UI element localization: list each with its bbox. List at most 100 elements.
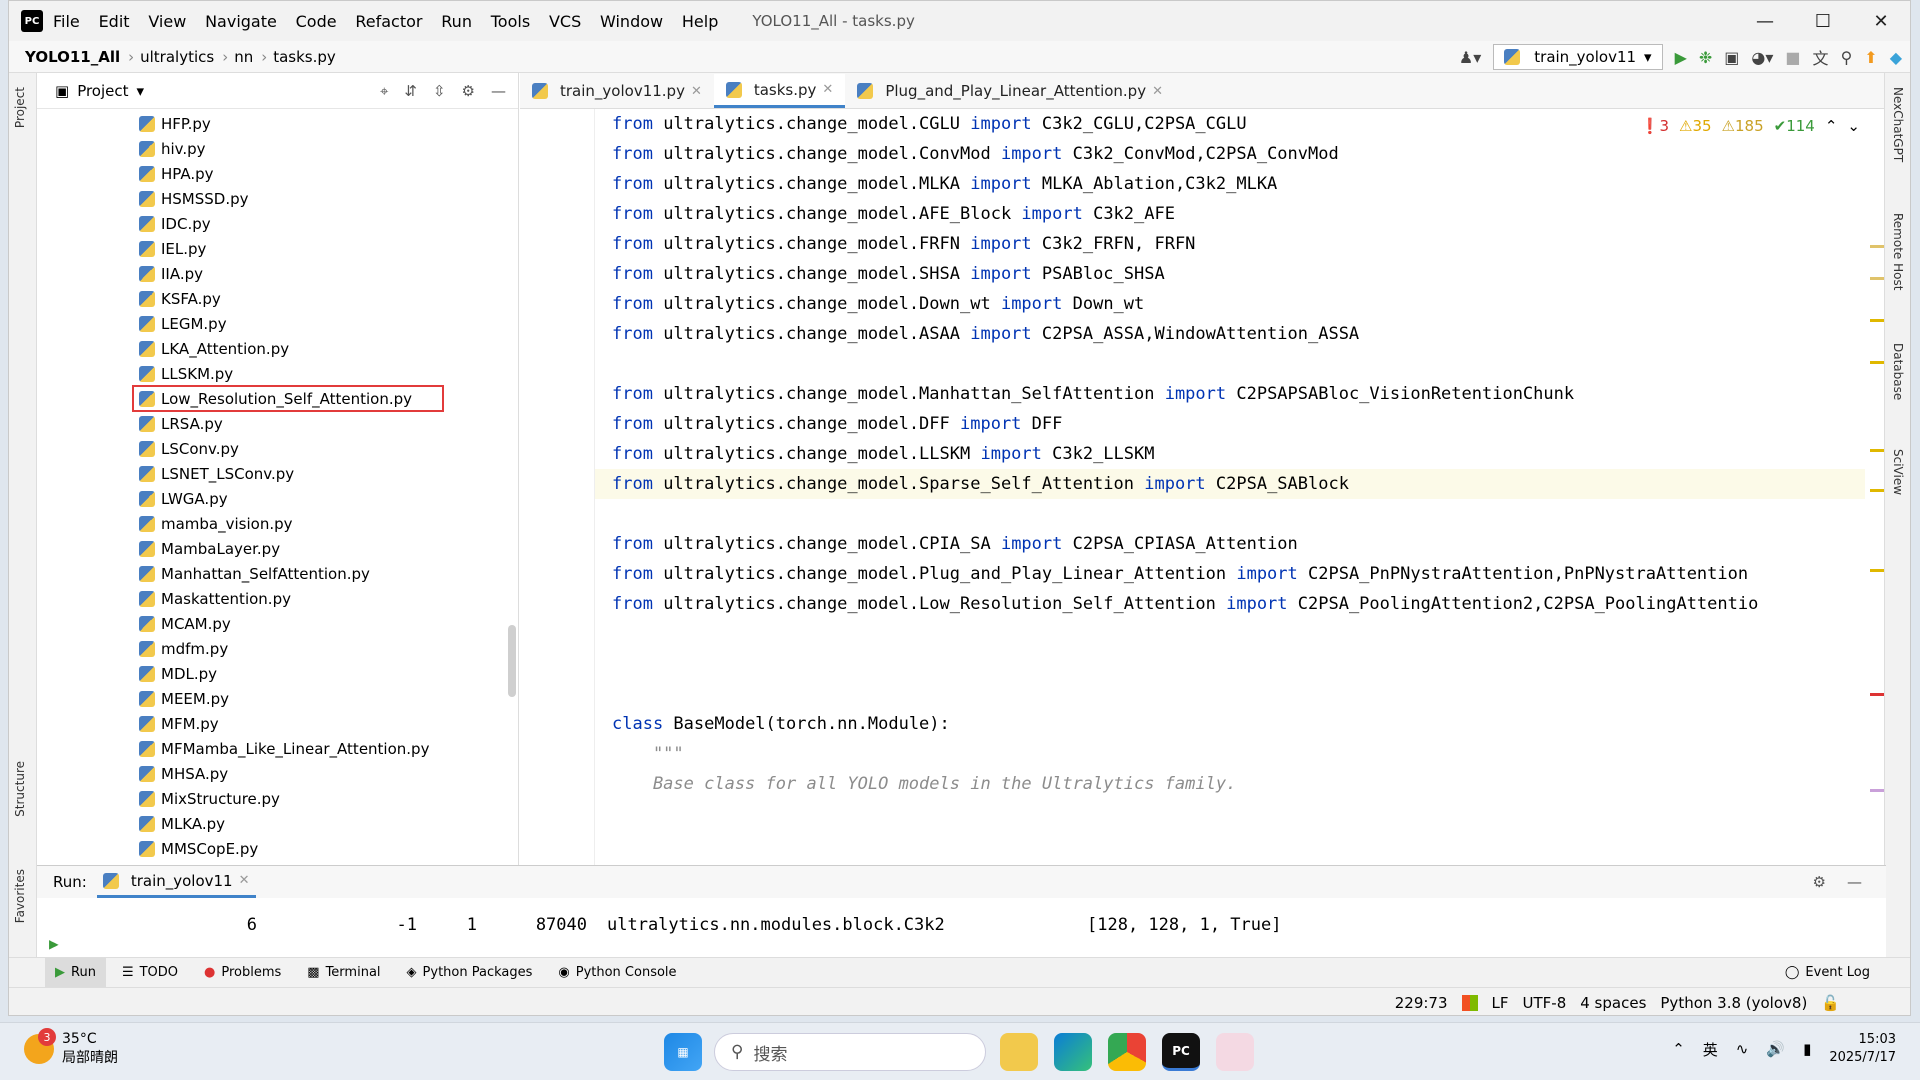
code-line[interactable]: 225 — [595, 349, 1865, 379]
file-tree-item[interactable]: LSNET_LSConv.py — [37, 461, 518, 486]
profile-icon[interactable]: ◕▾ — [1751, 48, 1773, 67]
code-line[interactable]: 228from ultralytics.change_model.LLSKM i… — [595, 439, 1865, 469]
ime-indicator[interactable]: 英 — [1703, 1039, 1718, 1060]
bottom-tab-terminal[interactable]: ▩ Terminal — [297, 958, 390, 988]
breadcrumb-file[interactable]: tasks.py — [273, 48, 336, 66]
menu-navigate[interactable]: Navigate — [205, 12, 277, 31]
tool-structure[interactable]: Structure — [13, 761, 27, 817]
code-line[interactable]: 220from ultralytics.change_model.AFE_Blo… — [595, 199, 1865, 229]
menu-refactor[interactable]: Refactor — [355, 12, 422, 31]
chevron-down-icon[interactable]: ⌄ — [1847, 117, 1860, 135]
menu-tools[interactable]: Tools — [491, 12, 530, 31]
breadcrumb-ultralytics[interactable]: ultralytics — [140, 48, 214, 66]
tool-sciview[interactable]: SciView — [1891, 449, 1905, 495]
tab-tasks[interactable]: tasks.py ✕ — [713, 74, 846, 108]
menu-window[interactable]: Window — [600, 12, 663, 31]
file-tree-item[interactable]: LLSKM.py — [37, 361, 518, 386]
menu-vcs[interactable]: VCS — [549, 12, 581, 31]
weather-widget[interactable]: 3 35°C 局部晴朗 — [24, 1028, 118, 1067]
plugin-icon[interactable]: ◆ — [1890, 48, 1902, 67]
tool-database[interactable]: Database — [1891, 343, 1905, 400]
file-tree-item[interactable]: LRSA.py — [37, 411, 518, 436]
file-tree-item[interactable]: MEEM.py — [37, 686, 518, 711]
code-line[interactable]: 218from ultralytics.change_model.ConvMod… — [595, 139, 1865, 169]
code-line[interactable]: 229from ultralytics.change_model.Sparse_… — [595, 469, 1865, 499]
menu-code[interactable]: Code — [296, 12, 337, 31]
line-gutter[interactable] — [520, 109, 595, 865]
edge-icon[interactable] — [1054, 1033, 1092, 1071]
code-line[interactable]: 221from ultralytics.change_model.FRFN im… — [595, 229, 1865, 259]
file-tree-item[interactable]: LSConv.py — [37, 436, 518, 461]
file-tree-item[interactable]: HFP.py — [37, 111, 518, 136]
code-line[interactable]: 227from ultralytics.change_model.DFF imp… — [595, 409, 1865, 439]
start-icon[interactable]: ▦ — [664, 1033, 702, 1071]
file-tree-item[interactable]: MambaLayer.py — [37, 536, 518, 561]
avatar-app-icon[interactable] — [1216, 1033, 1254, 1071]
error-marker[interactable] — [1870, 693, 1884, 696]
file-explorer-icon[interactable] — [1000, 1033, 1038, 1071]
chevron-up-icon[interactable]: ⌃ — [1825, 117, 1838, 135]
cursor-position[interactable]: 229:73 — [1395, 994, 1448, 1012]
file-tree-item[interactable]: MFMamba_Like_Linear_Attention.py — [37, 736, 518, 761]
tab-train-yolov11[interactable]: train_yolov11.py ✕ — [520, 74, 714, 108]
code-line[interactable]: 223from ultralytics.change_model.Down_wt… — [595, 289, 1865, 319]
hide-icon[interactable]: — — [1847, 873, 1862, 891]
code-line[interactable]: 238 """ — [595, 739, 1865, 769]
menu-view[interactable]: View — [148, 12, 186, 31]
collapse-all-icon[interactable]: ⇳ — [433, 82, 446, 100]
code-line[interactable]: 219from ultralytics.change_model.MLKA im… — [595, 169, 1865, 199]
file-tree-item[interactable]: MFM.py — [37, 711, 518, 736]
run-icon[interactable]: ▶ — [1675, 48, 1687, 67]
chevron-up-icon[interactable]: ⌃ — [1672, 1040, 1685, 1058]
code-line[interactable]: 234 — [595, 619, 1865, 649]
line-separator[interactable]: LF — [1492, 994, 1509, 1012]
menu-run[interactable]: Run — [441, 12, 472, 31]
rerun-icon[interactable]: ▶ — [49, 934, 59, 953]
close-icon[interactable]: ✕ — [1152, 84, 1163, 99]
file-tree-item[interactable]: hiv.py — [37, 136, 518, 161]
file-tree-item[interactable]: Maskattention.py — [37, 586, 518, 611]
bottom-tab-python-packages[interactable]: ◈ Python Packages — [397, 958, 543, 988]
menu-edit[interactable]: Edit — [99, 12, 130, 31]
warning-marker[interactable] — [1870, 277, 1884, 280]
lock-icon[interactable]: 🔓 — [1821, 994, 1840, 1012]
file-tree-item[interactable]: MixStructure.py — [37, 786, 518, 811]
project-scrollbar[interactable] — [508, 625, 516, 697]
code-line[interactable]: 231from ultralytics.change_model.CPIA_SA… — [595, 529, 1865, 559]
minimize-icon[interactable]: — — [1736, 1, 1794, 41]
run-tab[interactable]: train_yolov11 ✕ — [96, 866, 256, 898]
code-line[interactable]: 222from ultralytics.change_model.SHSA im… — [595, 259, 1865, 289]
locate-icon[interactable]: ⌖ — [380, 82, 388, 100]
file-tree-item[interactable]: IDC.py — [37, 211, 518, 236]
warning-marker[interactable] — [1870, 319, 1884, 322]
battery-icon[interactable]: ▮ — [1803, 1040, 1811, 1058]
close-icon[interactable]: ✕ — [1852, 1, 1910, 41]
bottom-tab-run[interactable]: ▶ Run — [45, 957, 106, 988]
breadcrumb-project[interactable]: YOLO11_All — [25, 48, 120, 66]
close-icon[interactable]: ✕ — [239, 873, 250, 888]
file-tree-item[interactable]: KSFA.py — [37, 286, 518, 311]
translate-icon[interactable]: 文 — [1813, 45, 1829, 69]
file-tree-item[interactable]: HPA.py — [37, 161, 518, 186]
code-area[interactable]: 217from ultralytics.change_model.CGLU im… — [595, 109, 1865, 865]
python-interpreter[interactable]: Python 3.8 (yolov8) — [1660, 994, 1807, 1012]
tool-project[interactable]: Project — [13, 87, 27, 128]
file-tree-item[interactable]: IIA.py — [37, 261, 518, 286]
inspection-widget[interactable]: ❗3 ⚠35 ⚠185 ✔114 ⌃ ⌄ — [1641, 117, 1860, 135]
menu-file[interactable]: File — [53, 12, 80, 31]
project-title[interactable]: Project — [77, 82, 128, 100]
bottom-tab-problems[interactable]: ● Problems — [194, 958, 291, 988]
code-line[interactable]: 233from ultralytics.change_model.Low_Res… — [595, 589, 1865, 619]
code-line[interactable]: 232from ultralytics.change_model.Plug_an… — [595, 559, 1865, 589]
file-tree-item[interactable]: Low_Resolution_Self_Attention.py — [132, 385, 444, 412]
menu-help[interactable]: Help — [682, 12, 718, 31]
debug-icon[interactable]: ❉ — [1699, 48, 1712, 67]
tool-favorites[interactable]: Favorites — [13, 869, 27, 923]
pycharm-icon[interactable]: PC — [1162, 1033, 1200, 1071]
search-icon[interactable]: ⚲ — [1841, 48, 1853, 67]
file-tree-item[interactable]: MMSCopE.py — [37, 836, 518, 861]
file-tree-item[interactable]: MDL.py — [37, 661, 518, 686]
gear-icon[interactable]: ⚙ — [1813, 873, 1826, 891]
code-line[interactable]: 237class BaseModel(torch.nn.Module): — [595, 709, 1865, 739]
file-tree-item[interactable]: LKA_Attention.py — [37, 336, 518, 361]
